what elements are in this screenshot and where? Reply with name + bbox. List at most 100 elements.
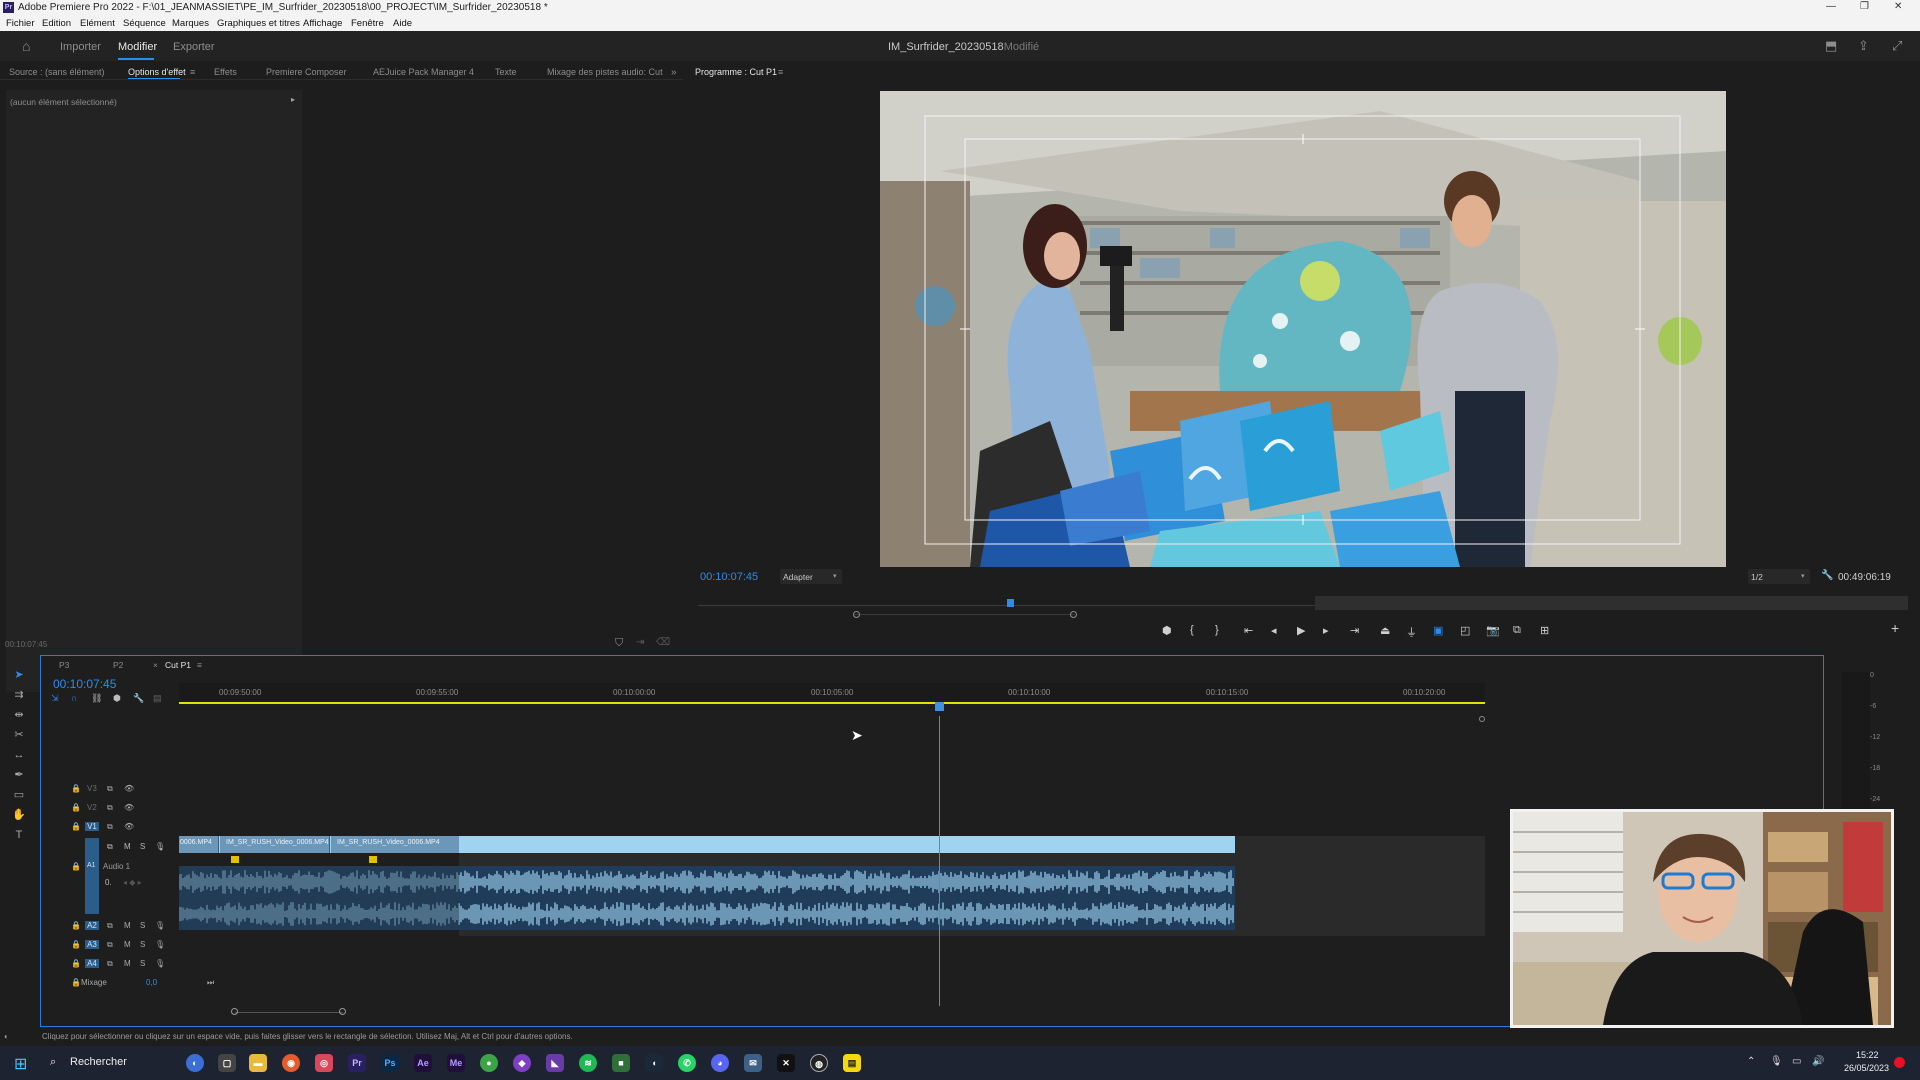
menu-fichier[interactable]: Fichier: [6, 18, 35, 29]
overlay-icon[interactable]: ◰: [1460, 624, 1470, 637]
video-clip-track[interactable]: 0006.MP4 IM_SR_RUSH_Video_0006.MP4 IM_SR…: [179, 836, 1235, 853]
epic-games-icon[interactable]: ✕: [777, 1054, 795, 1072]
track-area[interactable]: 0006.MP4 IM_SR_RUSH_Video_0006.MP4 IM_SR…: [178, 702, 1485, 1006]
selection-tool-icon[interactable]: ➤: [12, 668, 26, 682]
sync-lock-icon[interactable]: ⧉: [107, 822, 113, 832]
step-back-icon[interactable]: ◂: [1271, 624, 1277, 637]
obs-icon[interactable]: ◍: [810, 1054, 828, 1072]
tray-chevron-icon[interactable]: ⌃: [1747, 1056, 1755, 1067]
sync-lock-icon[interactable]: ⧉: [107, 803, 113, 813]
multi-camera-icon[interactable]: ⧉: [1513, 624, 1521, 637]
program-playhead[interactable]: [1006, 599, 1014, 607]
type-tool-icon[interactable]: T: [12, 828, 26, 842]
audio-clip[interactable]: [178, 866, 1235, 930]
premiere-taskbar-icon[interactable]: Pr: [348, 1054, 366, 1072]
clock-date[interactable]: 26/05/2023: [1844, 1063, 1889, 1073]
sync-lock-icon[interactable]: ⧉: [107, 940, 113, 950]
filter-icon[interactable]: ⛉: [615, 637, 623, 650]
solo-button[interactable]: S: [140, 959, 145, 968]
home-icon[interactable]: ⌂: [22, 38, 30, 54]
vr-video-icon[interactable]: ⊞: [1540, 624, 1549, 637]
clock-time[interactable]: 15:22: [1856, 1050, 1879, 1060]
keyframe-nav-icon[interactable]: ◂ ◆ ▸: [123, 878, 142, 887]
lock-icon[interactable]: 🔒: [71, 862, 81, 871]
mic-icon[interactable]: 🎙: [155, 959, 165, 968]
program-menu-icon[interactable]: ≡: [778, 67, 783, 77]
menu-marques[interactable]: Marques: [172, 18, 209, 29]
video-clip[interactable]: IM_SR_RUSH_Video_0006.MP4: [220, 836, 330, 853]
menu-fenetre[interactable]: Fenêtre: [351, 18, 384, 29]
tab-p3[interactable]: P3: [59, 660, 69, 670]
nest-icon[interactable]: ⇲: [51, 693, 59, 704]
mark-in-icon[interactable]: {: [1190, 624, 1194, 636]
close-icon[interactable]: ✕: [1894, 1, 1902, 12]
lift-icon[interactable]: ⏏: [1380, 624, 1390, 637]
mute-button[interactable]: M: [124, 959, 131, 968]
mic-icon[interactable]: 🎙: [155, 940, 165, 949]
captions-icon[interactable]: ▤: [153, 693, 162, 704]
tab-aejuice[interactable]: AEJuice Pack Manager 4: [373, 67, 474, 77]
discord-icon[interactable]: ◕: [711, 1054, 729, 1072]
mix-value[interactable]: 0,0: [146, 978, 157, 987]
windows-start-icon[interactable]: ⊞: [14, 1054, 27, 1074]
mute-button[interactable]: M: [124, 842, 131, 851]
export-frame-icon[interactable]: 📷: [1486, 624, 1500, 637]
step-forward-icon[interactable]: ▸: [1323, 624, 1329, 637]
timeline-scroll-end[interactable]: [1479, 716, 1485, 722]
mic-icon[interactable]: 🎙: [155, 842, 165, 851]
sync-lock-icon[interactable]: ⧉: [107, 784, 113, 794]
timeline-hscroll[interactable]: [235, 1012, 343, 1013]
pen-tool-icon[interactable]: ✒: [12, 768, 26, 782]
task-view-icon[interactable]: ▢: [218, 1054, 236, 1072]
quick-export-icon[interactable]: ⬒: [1825, 38, 1837, 54]
track-label[interactable]: V2: [87, 803, 97, 812]
file-explorer-icon[interactable]: ▬: [249, 1054, 267, 1072]
spotify-icon[interactable]: ≋: [579, 1054, 597, 1072]
ripple-edit-tool-icon[interactable]: ⇹: [12, 708, 26, 722]
purple-app-icon[interactable]: ◆: [513, 1054, 531, 1072]
lock-icon[interactable]: 🔒: [71, 978, 81, 987]
tab-cut-p1[interactable]: Cut P1: [165, 660, 191, 670]
menu-affichage[interactable]: Affichage: [303, 18, 342, 29]
whatsapp-icon[interactable]: ✆: [678, 1054, 696, 1072]
export-icon[interactable]: ⇥: [636, 637, 644, 648]
close-tab-icon[interactable]: ×: [153, 660, 158, 670]
work-area-bar[interactable]: [179, 702, 1485, 704]
photoshop-icon[interactable]: Ps: [381, 1054, 399, 1072]
minecraft-icon[interactable]: ■: [612, 1054, 630, 1072]
audio-volume-value[interactable]: 0.: [105, 878, 112, 887]
share-icon[interactable]: ⇪: [1858, 38, 1869, 54]
playhead-handle[interactable]: [935, 702, 944, 711]
linked-selection-icon[interactable]: ⛓: [91, 693, 102, 704]
zoom-handle-left[interactable]: [853, 611, 860, 618]
menu-sequence[interactable]: Séquence: [123, 18, 166, 29]
clip-marker[interactable]: [231, 856, 239, 863]
program-timecode[interactable]: 00:10:07:45: [700, 571, 758, 583]
lock-icon[interactable]: 🔒: [71, 959, 81, 968]
add-button-icon[interactable]: +: [1891, 620, 1899, 636]
play-icon[interactable]: ▶: [1297, 624, 1305, 637]
program-scrubber[interactable]: [698, 596, 1908, 610]
timeline-playhead[interactable]: [939, 716, 940, 1006]
eye-icon[interactable]: 👁: [124, 803, 134, 812]
tab-modifier[interactable]: Modifier: [118, 41, 157, 53]
eye-icon[interactable]: 👁: [124, 822, 134, 831]
zoom-bar[interactable]: [853, 614, 1075, 615]
clip-marker[interactable]: [369, 856, 377, 863]
time-ruler[interactable]: 00:09:50:00 00:09:55:00 00:10:00:00 00:1…: [179, 683, 1485, 701]
track-label[interactable]: A3: [85, 940, 99, 949]
razor-tool-icon[interactable]: ✂: [12, 728, 26, 742]
mute-button[interactable]: M: [124, 921, 131, 930]
zoom-handle-right[interactable]: [1070, 611, 1077, 618]
taskbar-search[interactable]: Rechercher: [70, 1056, 127, 1068]
tab-premiere-composer[interactable]: Premiere Composer: [266, 67, 347, 77]
tab-source[interactable]: Source : (sans élément): [9, 67, 105, 77]
timeline-menu-icon[interactable]: ≡: [197, 660, 202, 670]
timeline-timecode[interactable]: 00:10:07:45: [53, 677, 116, 691]
extract-icon[interactable]: ⏚: [1406, 624, 1417, 640]
rectangle-tool-icon[interactable]: ▭: [12, 788, 26, 802]
track-label[interactable]: A2: [85, 921, 99, 930]
maximize-icon[interactable]: ❐: [1860, 1, 1869, 12]
wrench-icon[interactable]: 🔧: [1821, 570, 1833, 581]
sticky-notes-icon[interactable]: ▤: [843, 1054, 861, 1072]
